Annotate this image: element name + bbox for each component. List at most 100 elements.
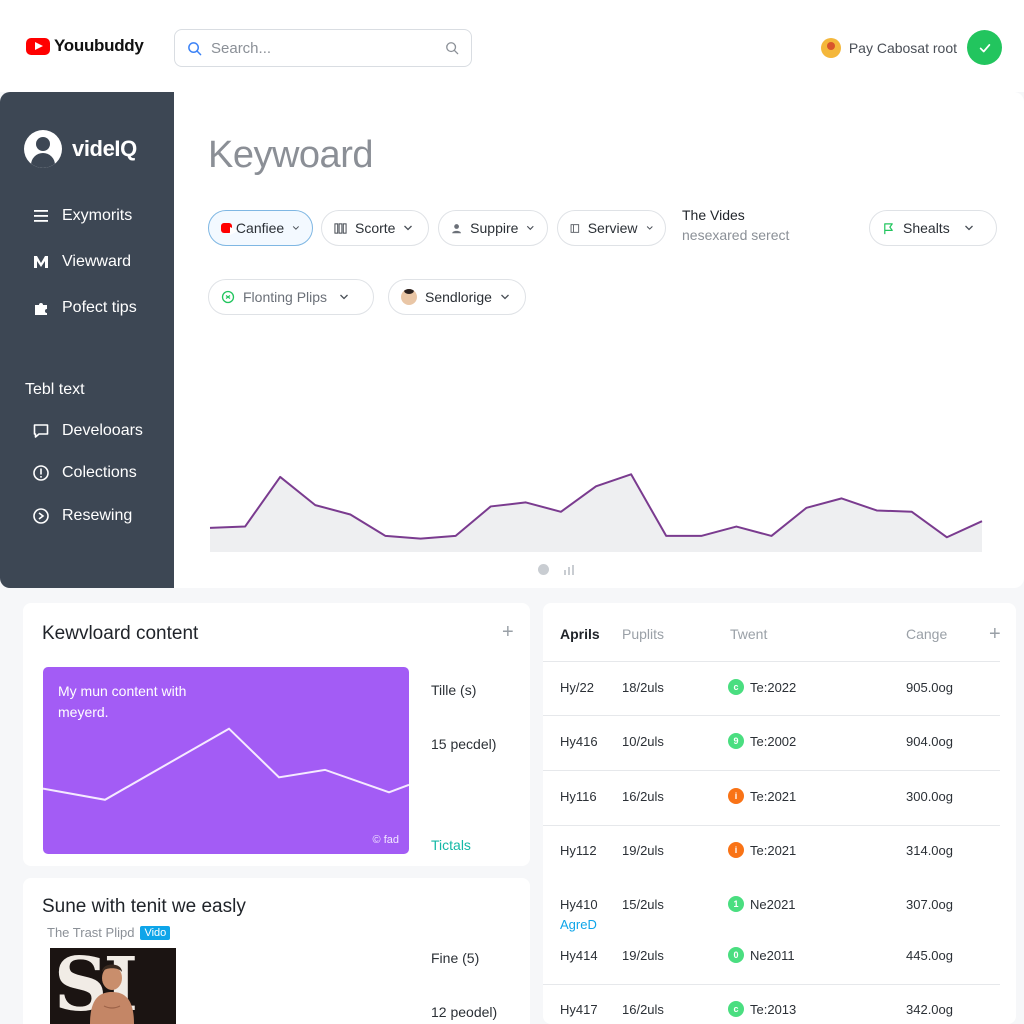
content-preview-panel[interactable]: My mun content with meyerd. © fad [43, 667, 409, 854]
refresh-icon [221, 290, 235, 304]
top-bar: Youubuddy Pay Cabosat root [0, 0, 1024, 92]
stat-title-count: Tille (s) [431, 682, 477, 698]
column-header-cange[interactable]: Cange [906, 626, 947, 642]
filter-chip-serview[interactable]: Serview [557, 210, 666, 246]
puzzle-icon [35, 303, 47, 315]
chat-icon [33, 424, 49, 438]
totals-link[interactable]: Tictals [431, 837, 471, 853]
cell-cange: 342.0og [906, 1002, 953, 1017]
app-logo[interactable]: Youubuddy [26, 36, 144, 56]
filter-chip-label: Serview [587, 220, 638, 236]
app-logo-text: Youubuddy [54, 36, 144, 55]
video-subtitle: The Trast Plipd [47, 925, 135, 940]
chevron-down-icon [340, 294, 349, 300]
filter-chip-suppire[interactable]: Suppire [438, 210, 548, 246]
brand-name: videIQ [72, 136, 137, 161]
cell-sub-label[interactable]: AgreD [560, 917, 597, 932]
row-divider [543, 661, 1000, 662]
cell-twent: 9 Te:2002 [728, 733, 796, 749]
sidebar-item-resewing[interactable]: Resewing [32, 507, 132, 525]
sidebar-item-label: Resewing [62, 507, 133, 524]
chart-pager[interactable] [538, 564, 575, 575]
cell-cange: 300.0og [906, 789, 953, 804]
page-title: Keywoard [208, 134, 373, 176]
tag-label: Ne2011 [750, 947, 795, 963]
stat-fine-count: Fine (5) [431, 950, 480, 966]
sidebar-item-viewward[interactable]: Viewward [32, 253, 131, 271]
cell-cange: 904.0og [906, 734, 953, 749]
trend-chart-svg [209, 473, 983, 552]
sidebar-brand[interactable]: videIQ [24, 130, 137, 168]
content-preview-text: My mun content with meyerd. [58, 683, 187, 720]
column-header-aprils[interactable]: Aprils [560, 626, 600, 642]
card-title: Sune with tenit we easly [42, 896, 246, 917]
cell-twent: 0 Ne2011 [728, 947, 795, 963]
filter-chip-label: Sendlorige [425, 289, 492, 305]
panel-icon [570, 223, 580, 233]
chevron-down-icon [527, 225, 535, 231]
keyword-panel: Keywoard Canfiee Scorte Suppire Serview … [174, 92, 1024, 588]
search-submit-icon[interactable] [445, 41, 459, 55]
video-thumbnail[interactable]: SI [50, 948, 176, 1024]
cell-aprils: Hy416 [560, 734, 598, 749]
cell-cange: 905.0og [906, 680, 953, 695]
chevron-down-icon [500, 294, 509, 300]
bar-chart-icon[interactable] [563, 564, 575, 575]
tag-label: Te:2021 [750, 788, 797, 804]
add-column-icon[interactable]: + [989, 624, 1001, 644]
video-subtitle-row: The Trast Plipd Vido [47, 925, 171, 940]
column-header-puplits[interactable]: Puplits [622, 626, 664, 642]
filter-chip-canfiee[interactable]: Canfiee [208, 210, 313, 246]
sidebar-item-label: Develooars [62, 422, 143, 439]
chevron-down-icon [293, 226, 300, 230]
tag-label: Te:2021 [750, 842, 797, 858]
status-check-button[interactable] [967, 30, 1002, 65]
info-title: The Vides [682, 207, 745, 223]
person-photo-icon [90, 964, 134, 1024]
filter-chip-sendlorige[interactable]: Sendlorige [388, 279, 526, 315]
cell-puplits: 15/2uls [622, 897, 664, 912]
sidebar-item-exymorits[interactable]: Exymorits [32, 207, 132, 225]
tag-label: Te:2013 [750, 1001, 797, 1017]
search-icon [188, 41, 202, 55]
cell-twent: c Te:2013 [728, 1001, 796, 1017]
user-avatar [820, 37, 841, 58]
filter-chip-label: Canfiee [235, 220, 285, 236]
cell-puplits: 10/2uls [622, 734, 664, 749]
youtube-icon [221, 223, 238, 235]
sidebar-item-pofect-tips[interactable]: Pofect tips [32, 299, 137, 317]
cell-twent: c Te:2022 [728, 679, 796, 695]
sidebar-item-colections[interactable]: Colections [32, 464, 137, 482]
info-icon [33, 465, 49, 481]
cell-twent: i Te:2021 [728, 788, 796, 804]
sidebar-item-label: Pofect tips [62, 299, 137, 316]
row-divider [543, 715, 1000, 716]
row-divider [543, 984, 1000, 985]
filter-chip-shealts[interactable]: Shealts [869, 210, 997, 246]
status-dot-icon: 0 [728, 947, 744, 963]
status-dot-icon: c [728, 1001, 744, 1017]
user-menu[interactable]: Pay Cabosat root [820, 30, 1002, 65]
keyword-content-card: Kewvloard content + My mun content with … [23, 603, 530, 866]
chevron-down-icon [646, 226, 653, 230]
cell-puplits: 16/2uls [622, 1002, 664, 1017]
cell-twent: 1 Ne2021 [728, 896, 796, 912]
cell-puplits: 18/2uls [622, 680, 664, 695]
search-box[interactable] [174, 29, 472, 67]
add-icon[interactable]: + [502, 622, 514, 642]
youtube-logo-icon [26, 37, 50, 55]
sidebar-item-label: Exymorits [62, 207, 133, 224]
menu-icon [34, 210, 48, 222]
cell-aprils: Hy414 [560, 948, 598, 963]
cell-cange: 307.0og [906, 897, 953, 912]
cell-puplits: 19/2uls [622, 948, 664, 963]
filter-chip-scorte[interactable]: Scorte [321, 210, 429, 246]
sidebar-item-develooars[interactable]: Develooars [32, 422, 143, 440]
search-input[interactable] [211, 39, 445, 57]
row-divider [543, 825, 1000, 826]
pager-dot-active[interactable] [538, 564, 549, 575]
column-header-twent[interactable]: Twent [730, 626, 767, 642]
person-icon [452, 223, 461, 233]
settings-icon [33, 508, 49, 524]
filter-chip-flonting-plips[interactable]: Flonting Plips [208, 279, 374, 315]
